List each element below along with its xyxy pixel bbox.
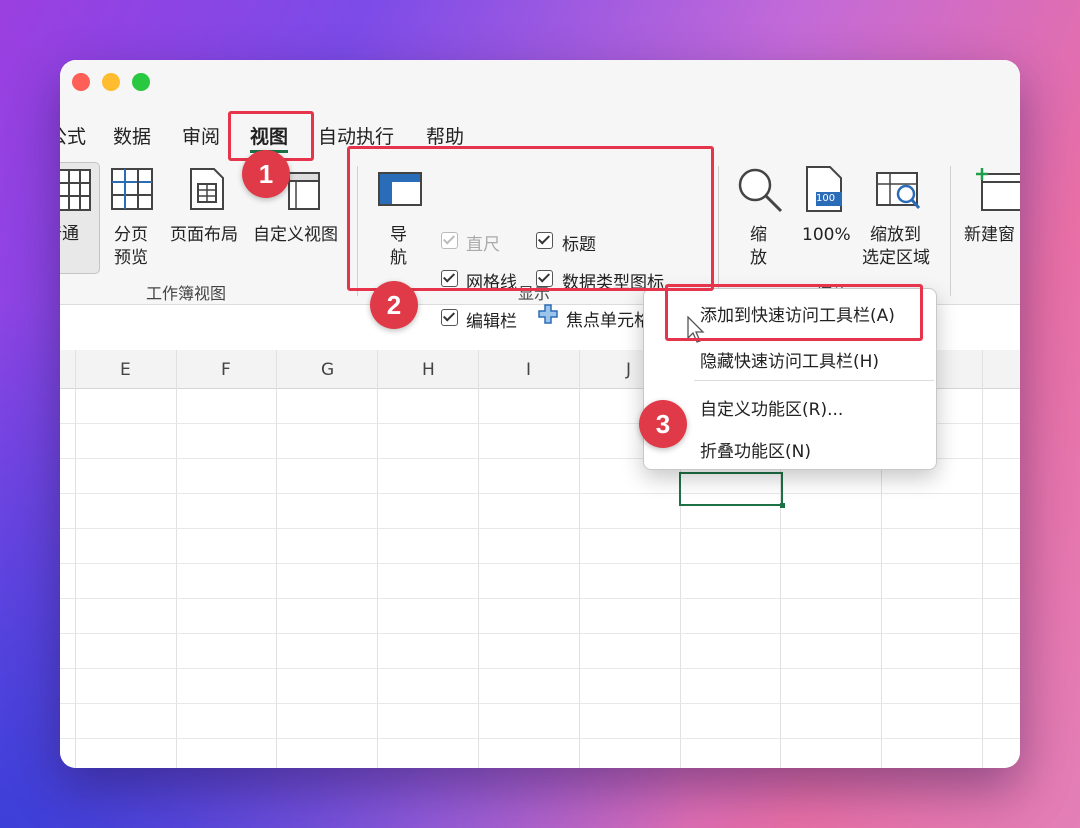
tab-automate[interactable]: 自动执行 [318,122,394,149]
grid-vline [982,350,983,768]
menu-item-customize-ribbon[interactable]: 自定义功能区(R)... [700,395,843,420]
workbook-views-group-label: 工作簿视图 [146,284,227,303]
grid-hline [60,633,1020,634]
page-break-preview-label-2: 预览 [114,248,148,268]
focus-cell-label[interactable]: 焦点单元格 [566,306,651,331]
title-bar [60,60,1020,104]
focus-cell-icon[interactable] [538,304,558,324]
zoom-to-selection-label-1: 缩放到 [870,225,921,245]
zoom-100-label: 100% [802,225,851,245]
magnifier-icon [738,168,783,213]
zoom-to-selection-label-2: 选定区域 [862,248,930,268]
custom-views-icon [288,172,320,210]
zoom-window-button[interactable] [132,73,150,91]
page-break-preview-button[interactable]: 分页 预览 [108,162,158,272]
zoom-100-button[interactable]: 100 100% [796,162,852,272]
column-header-h[interactable]: H [422,360,435,380]
column-header-j[interactable]: J [626,360,631,380]
menu-divider [694,380,934,381]
menu-item-collapse-ribbon[interactable]: 折叠功能区(N) [700,437,811,462]
column-header-e[interactable]: E [120,360,131,380]
page-layout-label: 页面布局 [170,225,238,245]
zoom-to-selection-button[interactable]: 缩放到 选定区域 [858,162,938,272]
normal-view-button[interactable]: 普通 [60,162,100,274]
grid-vline [276,350,277,768]
tab-review[interactable]: 审阅 [182,122,220,149]
page-break-preview-icon [111,168,153,210]
minimize-window-button[interactable] [102,73,120,91]
excel-window: 公式 数据 审阅 视图 自动执行 帮助 普通 [60,60,1020,768]
highlight-show-group [347,146,714,291]
zoom-100-icon-text: 100 [816,193,836,204]
grid-vline [579,350,580,768]
highlight-add-to-quick-access [665,284,923,341]
zoom-button[interactable]: 缩 放 [732,162,788,272]
close-window-button[interactable] [72,73,90,91]
column-header-f[interactable]: F [221,360,231,380]
page-break-preview-label-1: 分页 [114,225,148,245]
formula-bar-checkbox[interactable] [441,309,458,326]
grid-vline [176,350,177,768]
new-window-label: 新建窗 [964,225,1015,245]
menu-item-hide-quick-access[interactable]: 隐藏快速访问工具栏(H) [700,347,879,372]
ribbon-separator [950,166,951,296]
zoom-100-icon [806,166,842,212]
tab-data[interactable]: 数据 [113,122,151,149]
new-window-button[interactable]: 新建窗 [962,162,1020,272]
zoom-to-selection-icon [876,172,920,209]
normal-view-icon [60,169,91,211]
step-badge-1: 1 [242,150,290,198]
grid-hline [60,563,1020,564]
zoom-label-1: 缩 [750,225,767,245]
grid-vline [377,350,378,768]
grid-vline [75,350,76,768]
formula-bar-label: 编辑栏 [466,312,517,332]
tab-help[interactable]: 帮助 [426,122,464,149]
grid-hline [60,703,1020,704]
grid-hline [60,598,1020,599]
column-header-g[interactable]: G [321,360,334,380]
grid-hline [60,668,1020,669]
page-layout-button[interactable]: 页面布局 [168,162,244,272]
zoom-label-2: 放 [750,248,767,268]
selected-cell[interactable] [679,472,785,508]
tab-formulas[interactable]: 公式 [60,122,86,149]
ribbon-separator [718,166,719,296]
new-window-icon [976,168,1020,211]
step-badge-3: 3 [639,400,687,448]
grid-hline [60,738,1020,739]
grid-hline [60,493,1020,494]
step-badge-2: 2 [370,281,418,329]
grid-hline [60,528,1020,529]
grid-vline [478,350,479,768]
normal-view-label: 普通 [60,224,79,244]
column-header-i[interactable]: I [526,360,531,380]
page-layout-icon [190,168,224,210]
custom-views-label: 自定义视图 [253,225,338,245]
